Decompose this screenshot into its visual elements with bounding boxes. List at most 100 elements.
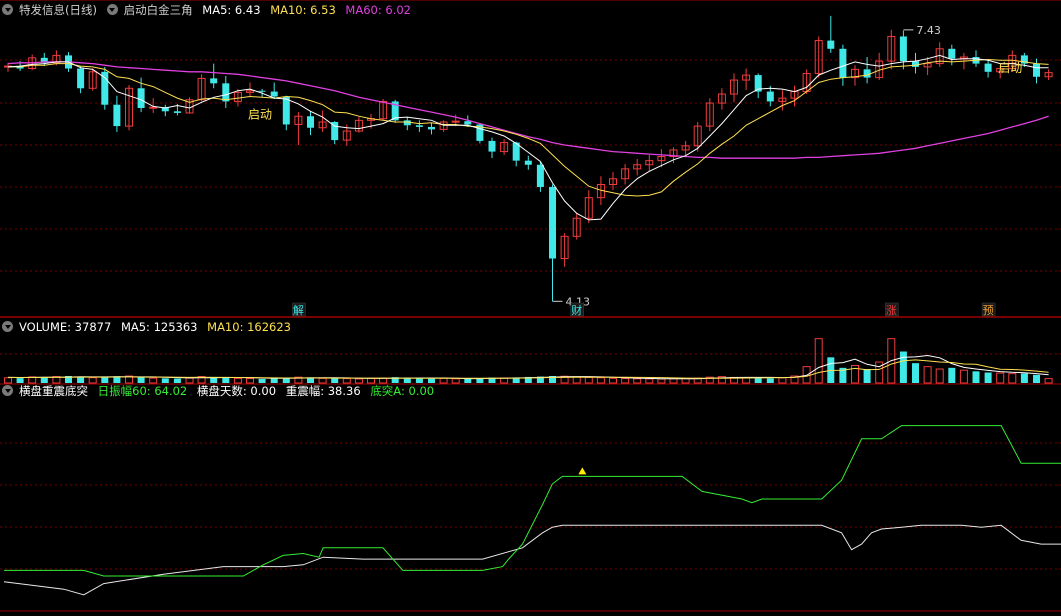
event-marker-label: 涨 (886, 304, 897, 317)
candle-body-down (899, 36, 907, 62)
volume-bar (596, 377, 605, 384)
volume-bar (1033, 374, 1040, 383)
volume-bar (633, 378, 642, 384)
price-panel-header: 特发信息(日线) 启动白金三角 MA5: 6.43 MA10: 6.53 MA6… (2, 2, 417, 18)
volume-bar (669, 378, 678, 384)
signal-label: 启动 (248, 108, 272, 122)
volume-bar (1044, 378, 1053, 384)
volume-bar (923, 366, 932, 384)
high-marker-label: 7.43 (916, 24, 941, 37)
candle-body-down (101, 71, 109, 105)
chart-stage: 7.43 4.13 启动 启动解财涨预 特发信息(日线) 启动白金三角 MA5: 6.… (0, 0, 1061, 616)
candle-body-down (270, 91, 278, 97)
volume-label: VOLUME: 37877 (19, 320, 112, 334)
breakout-label: 底突A: 0.00 (370, 384, 435, 398)
ma10-label: MA10: 6.53 (270, 3, 336, 17)
event-marker-label: 预 (983, 304, 994, 317)
candle-body-down (464, 121, 472, 125)
event-marker-label: 解 (293, 303, 304, 317)
event-marker-label: 财 (571, 303, 582, 317)
candle-body-down (863, 69, 871, 78)
candle-body-down (488, 140, 496, 152)
volume-bar (1020, 373, 1028, 383)
indicator-panel-name: 横盘重震底突 (19, 384, 88, 398)
signal-label: 启动 (998, 61, 1022, 75)
volume-bar (584, 376, 593, 384)
dropdown-toggle-icon[interactable] (2, 4, 13, 15)
heavy-label: 重震幅: 38.36 (285, 384, 361, 398)
candle-body-down (113, 104, 121, 127)
candle-body-down (258, 90, 266, 92)
indicator-panel-dropdown-icon[interactable] (2, 385, 13, 396)
volume-bar (778, 377, 787, 384)
indicator-dropdown-icon[interactable] (106, 4, 118, 15)
volume-bar (451, 378, 460, 384)
candle-body-up (149, 106, 158, 109)
volume-bar (935, 368, 944, 384)
daily-amplitude-60-line (4, 425, 1061, 577)
stock-name: 特发信息 (19, 3, 65, 17)
volume-bar (657, 378, 666, 384)
volume-bar (984, 372, 992, 383)
candle-body-down (912, 61, 919, 67)
candle-body-down (307, 116, 314, 128)
indicator-layer (3, 425, 1061, 596)
candle-body-down (77, 68, 85, 89)
volume-ma10-line (7, 359, 1049, 379)
candle-body-down (222, 83, 230, 102)
price-layer: 7.434.13启动启动解财涨预 (4, 15, 1053, 317)
candle-body-down (839, 48, 847, 78)
volume-bar (959, 369, 968, 384)
volume-bar (439, 377, 448, 384)
volume-dropdown-icon[interactable] (2, 321, 13, 332)
candle-body-down (210, 78, 218, 84)
ma60-label: MA60: 6.02 (345, 3, 411, 17)
candle-body-down (1033, 63, 1040, 77)
volume-layer (4, 338, 1053, 384)
volume-bar (754, 378, 762, 383)
volume-bar (912, 363, 919, 383)
candle-body-down (428, 126, 435, 130)
volume-panel-header: VOLUME: 37877 MA5: 125363 MA10: 162623 (2, 319, 297, 335)
volume-ma5-line (7, 354, 1049, 380)
ma5-label: MA5: 6.43 (202, 3, 261, 17)
breakout-triangle-icon (578, 467, 587, 475)
volume-bar (500, 377, 509, 384)
volume-bar (645, 378, 654, 384)
candle-body-down (948, 48, 956, 59)
grid-layer (0, 0, 1061, 612)
volume-bar (899, 351, 907, 383)
indicator-panel-header: 横盘重震底突 日振幅60: 64.02 横盘天数: 0.00 重震幅: 38.3… (2, 383, 440, 399)
volume-bar (1008, 373, 1017, 384)
period-label: (日线) (65, 3, 97, 17)
volume-bar (948, 367, 956, 383)
ma10-line (8, 58, 1049, 197)
candle-body-up (451, 120, 460, 123)
candle-body-down (524, 160, 532, 165)
volume-ma5-label: MA5: 125363 (120, 320, 198, 334)
amp60-label: 日振幅60: 64.02 (97, 384, 188, 398)
volume-bar (996, 372, 1005, 384)
volume-bar (766, 378, 774, 383)
days-label: 横盘天数: 0.00 (196, 384, 277, 398)
candle-body-down (415, 125, 423, 127)
heavy-amplitude-line (3, 524, 1061, 596)
volume-bar (609, 377, 617, 384)
candle-body-down (137, 88, 145, 109)
volume-bar (572, 376, 581, 384)
candle-body-down (549, 186, 556, 259)
volume-bar (742, 377, 751, 384)
indicator-name: 启动白金三角 (123, 3, 193, 17)
candle-body-down (766, 91, 774, 102)
candle-body-down (536, 164, 544, 187)
volume-bar (863, 369, 871, 383)
candle-body-down (282, 96, 290, 125)
stock-chart-svg: 7.434.13启动启动解财涨预 (0, 0, 1061, 612)
volume-bar (814, 338, 823, 384)
candle-body-down (984, 63, 992, 72)
candle-body-down (827, 40, 835, 49)
candle-body-down (173, 111, 181, 113)
ma5-line (7, 54, 1049, 221)
volume-bar (972, 371, 980, 383)
volume-ma10-label: MA10: 162623 (207, 320, 291, 334)
